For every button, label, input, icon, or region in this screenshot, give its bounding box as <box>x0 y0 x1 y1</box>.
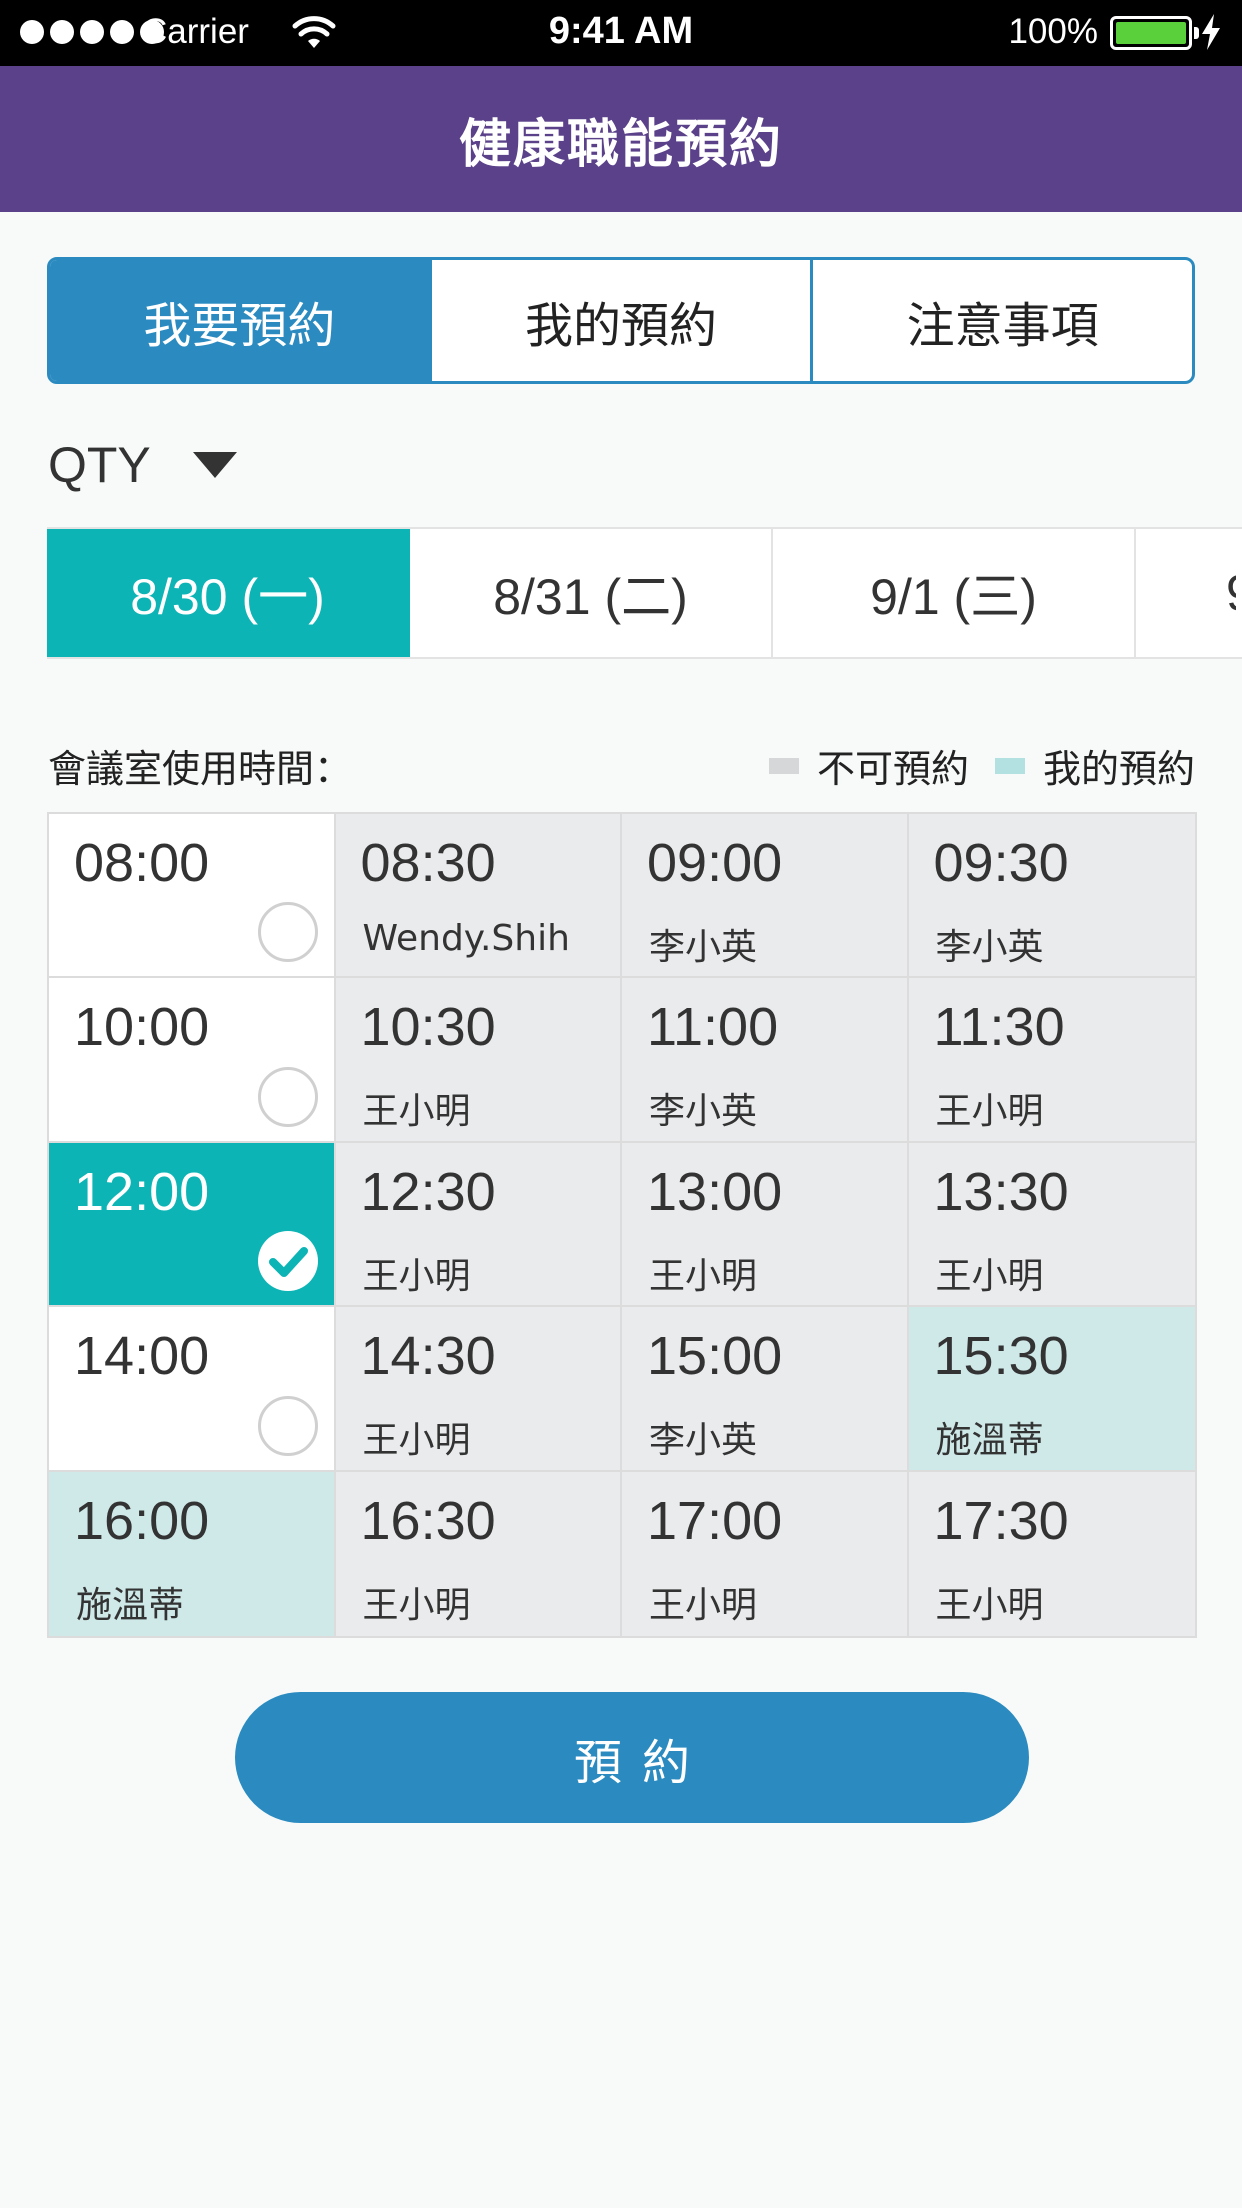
time-slot: 15:30 施溫蒂 <box>908 1307 1195 1472</box>
time-slot: 09:00 李小英 <box>622 814 909 979</box>
location-value: QTY <box>48 437 151 493</box>
slot-booker-name: 李小英 <box>649 1420 758 1462</box>
time-slot[interactable]: 12:00 <box>49 1142 336 1308</box>
battery-percentage: 100% <box>1008 12 1098 51</box>
date-selector: 8/30 (一) 8/31 (二) 9/1 (三) 9 <box>47 527 1242 659</box>
slot-time: 08:00 <box>74 833 210 893</box>
time-slot: 17:30 王小明 <box>908 1471 1195 1636</box>
status-bar: Carrier 9:41 AM 100% <box>0 0 1242 66</box>
slot-time: 09:30 <box>933 833 1069 893</box>
tab-notes[interactable]: 注意事項 <box>810 260 1192 381</box>
slot-booker-name: 王小明 <box>935 1091 1044 1133</box>
slot-time: 15:30 <box>933 1326 1069 1387</box>
slot-booker-name: 李小英 <box>649 1091 758 1133</box>
app-header: 健康職能預約 <box>0 66 1242 212</box>
page-title: 健康職能預約 <box>458 114 783 175</box>
time-slot[interactable]: 14:00 <box>49 1307 336 1472</box>
slot-time: 11:30 <box>933 997 1065 1058</box>
slot-time: 10:00 <box>74 997 210 1058</box>
charging-icon <box>1202 14 1220 50</box>
legend-mine-swatch <box>994 757 1025 774</box>
slot-booker-name: 王小明 <box>362 1091 471 1133</box>
slot-time: 14:00 <box>74 1326 210 1387</box>
slot-time: 17:00 <box>647 1490 783 1551</box>
radio-unchecked-icon[interactable] <box>257 1066 318 1127</box>
date-tab[interactable]: 9/1 (三) <box>773 529 1136 657</box>
slot-time: 14:30 <box>360 1326 496 1387</box>
time-slot: 09:30 李小英 <box>908 814 1195 979</box>
slot-time: 16:30 <box>360 1490 496 1551</box>
slot-booker-name: 施溫蒂 <box>76 1584 185 1626</box>
tab-make-reservation[interactable]: 我要預約 <box>50 260 429 381</box>
date-tab[interactable]: 9 <box>1136 529 1236 657</box>
slot-time: 08:30 <box>360 833 496 893</box>
time-slot: 13:00 王小明 <box>622 1142 909 1308</box>
legend: 不可預約 我的預約 <box>768 738 1195 793</box>
slot-booker-name: 王小明 <box>362 1255 471 1297</box>
time-slot-grid: 08:00 08:30 Wendy.Shih 09:00 李小英 09:30 李小英 10:0… <box>47 812 1197 1638</box>
slot-time: 17:30 <box>933 1490 1069 1551</box>
radio-unchecked-icon[interactable] <box>257 902 318 963</box>
checkmark-icon[interactable] <box>257 1231 318 1292</box>
slot-booker-name: 施溫蒂 <box>935 1420 1044 1462</box>
time-slot: 14:30 王小明 <box>335 1307 622 1472</box>
legend-unavailable-swatch <box>768 757 799 774</box>
time-slot: 17:00 王小明 <box>622 1471 909 1636</box>
caret-down-icon <box>192 452 237 478</box>
slot-booker-name: 李小英 <box>649 927 758 968</box>
slot-time: 13:30 <box>933 1161 1069 1222</box>
date-tab[interactable]: 8/30 (一) <box>47 529 410 657</box>
slot-booker-name: 王小明 <box>649 1584 758 1626</box>
slot-time: 10:30 <box>360 997 496 1058</box>
time-slot: 11:30 王小明 <box>908 978 1195 1143</box>
time-slot: 13:30 王小明 <box>908 1142 1195 1308</box>
slot-time: 12:30 <box>360 1161 496 1222</box>
segment-tabs: 我要預約 我的預約 注意事項 <box>47 257 1195 384</box>
slot-booker-name: 王小明 <box>362 1584 471 1626</box>
time-slot: 12:30 王小明 <box>335 1142 622 1308</box>
slot-booker-name: 王小明 <box>649 1255 758 1297</box>
time-slot: 11:00 李小英 <box>622 978 909 1143</box>
tab-my-reservations[interactable]: 我的預約 <box>428 260 811 381</box>
slot-time: 12:00 <box>74 1161 210 1222</box>
time-slot: 16:00 施溫蒂 <box>49 1471 336 1636</box>
time-slot: 15:00 李小英 <box>622 1307 909 1472</box>
time-slot: 16:30 王小明 <box>335 1471 622 1636</box>
time-slot: 08:30 Wendy.Shih <box>335 814 622 979</box>
location-dropdown[interactable]: QTY <box>48 430 237 500</box>
slot-time: 09:00 <box>647 833 783 893</box>
time-slot[interactable]: 10:00 <box>49 978 336 1143</box>
slot-time: 15:00 <box>647 1326 783 1387</box>
battery-icon <box>1110 16 1199 50</box>
legend-unavailable-label: 不可預約 <box>816 747 969 791</box>
reserve-button[interactable]: 預約 <box>235 1692 1029 1823</box>
slot-time: 11:00 <box>647 997 779 1058</box>
slot-booker-name: 李小英 <box>935 927 1044 968</box>
slot-time: 13:00 <box>647 1161 783 1222</box>
time-slot[interactable]: 08:00 <box>49 814 336 979</box>
date-tab[interactable]: 8/31 (二) <box>410 529 773 657</box>
slot-booker-name: 王小明 <box>935 1255 1044 1297</box>
time-slot: 10:30 王小明 <box>335 978 622 1143</box>
schedule-label: 會議室使用時間： <box>48 747 353 791</box>
slot-booker-name: 王小明 <box>362 1420 471 1462</box>
slot-booker-name: 王小明 <box>935 1584 1044 1626</box>
slot-booker-name: Wendy.Shih <box>362 918 570 959</box>
legend-mine-label: 我的預約 <box>1042 747 1195 791</box>
radio-unchecked-icon[interactable] <box>257 1395 318 1456</box>
slot-time: 16:00 <box>74 1490 210 1551</box>
